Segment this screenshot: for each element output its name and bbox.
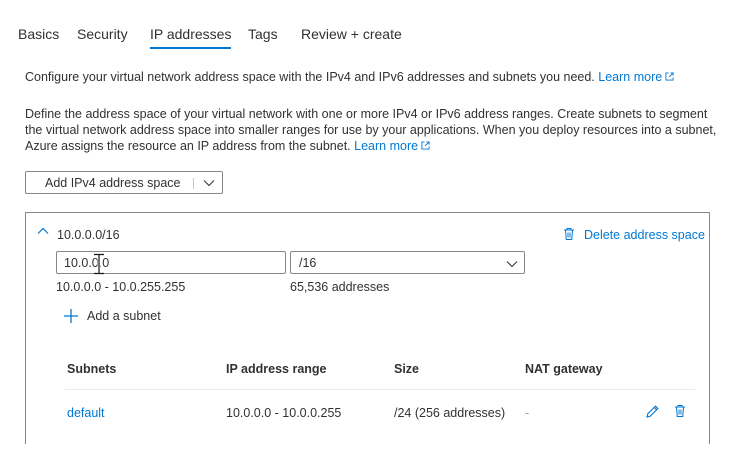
column-header-nat-gateway[interactable]: NAT gateway xyxy=(525,362,603,376)
address-space-title: 10.0.0.0/16 xyxy=(57,228,120,242)
subnet-ip-range: 10.0.0.0 - 10.0.0.255 xyxy=(226,406,342,420)
delete-address-space-button[interactable]: Delete address space xyxy=(563,225,705,242)
add-ipv4-address-space-button[interactable]: Add IPv4 address space xyxy=(25,171,223,194)
address-space-panel: 10.0.0.0/16 Delete address space /16 10.… xyxy=(25,212,710,444)
trash-icon xyxy=(564,227,574,240)
address-prefix-dropdown[interactable]: /16 xyxy=(290,251,525,274)
intro-description: Configure your virtual network address s… xyxy=(25,70,595,84)
intro-learn-more-link[interactable]: Learn more xyxy=(598,70,674,84)
description-learn-more-link[interactable]: Learn more xyxy=(354,139,430,153)
address-space-ip-input[interactable] xyxy=(56,251,286,274)
intro-learn-more-label: Learn more xyxy=(598,70,663,84)
edit-icon[interactable] xyxy=(645,404,660,419)
tab-review-create[interactable]: Review + create xyxy=(301,26,402,42)
chevron-up-icon[interactable] xyxy=(37,226,49,236)
address-space-description: Define the address space of your virtual… xyxy=(25,106,725,154)
external-link-icon xyxy=(421,141,430,150)
delete-address-space-label: Delete address space xyxy=(584,228,705,242)
external-link-icon xyxy=(665,72,674,81)
column-header-size[interactable]: Size xyxy=(394,362,419,376)
intro-text: Configure your virtual network address s… xyxy=(25,70,674,84)
split-button-divider xyxy=(193,178,194,189)
tab-ip-addresses[interactable]: IP addresses xyxy=(150,26,232,49)
chevron-down-icon[interactable] xyxy=(202,176,216,190)
tab-basics[interactable]: Basics xyxy=(18,26,59,42)
plus-icon xyxy=(64,309,78,323)
subnet-name-link[interactable]: default xyxy=(67,406,105,420)
column-header-subnets[interactable]: Subnets xyxy=(67,362,116,376)
description-learn-more-label: Learn more xyxy=(354,139,419,153)
subnet-size: /24 (256 addresses) xyxy=(394,406,506,420)
subnet-nat-gateway: - xyxy=(525,406,530,420)
add-subnet-label: Add a subnet xyxy=(87,309,161,323)
address-prefix-value: /16 xyxy=(299,256,317,270)
chevron-down-icon xyxy=(506,261,518,268)
column-header-ip-range[interactable]: IP address range xyxy=(226,362,327,376)
tab-tags[interactable]: Tags xyxy=(248,26,278,42)
text-cursor-icon xyxy=(94,253,104,275)
add-subnet-button[interactable]: Add a subnet xyxy=(63,308,161,324)
tab-security[interactable]: Security xyxy=(77,26,128,42)
address-range-text: 10.0.0.0 - 10.0.255.255 xyxy=(56,280,186,294)
table-header-divider xyxy=(65,389,695,390)
add-ipv4-address-space-label: Add IPv4 address space xyxy=(45,175,181,190)
address-count-text: 65,536 addresses xyxy=(290,280,390,294)
trash-icon[interactable] xyxy=(674,404,686,418)
